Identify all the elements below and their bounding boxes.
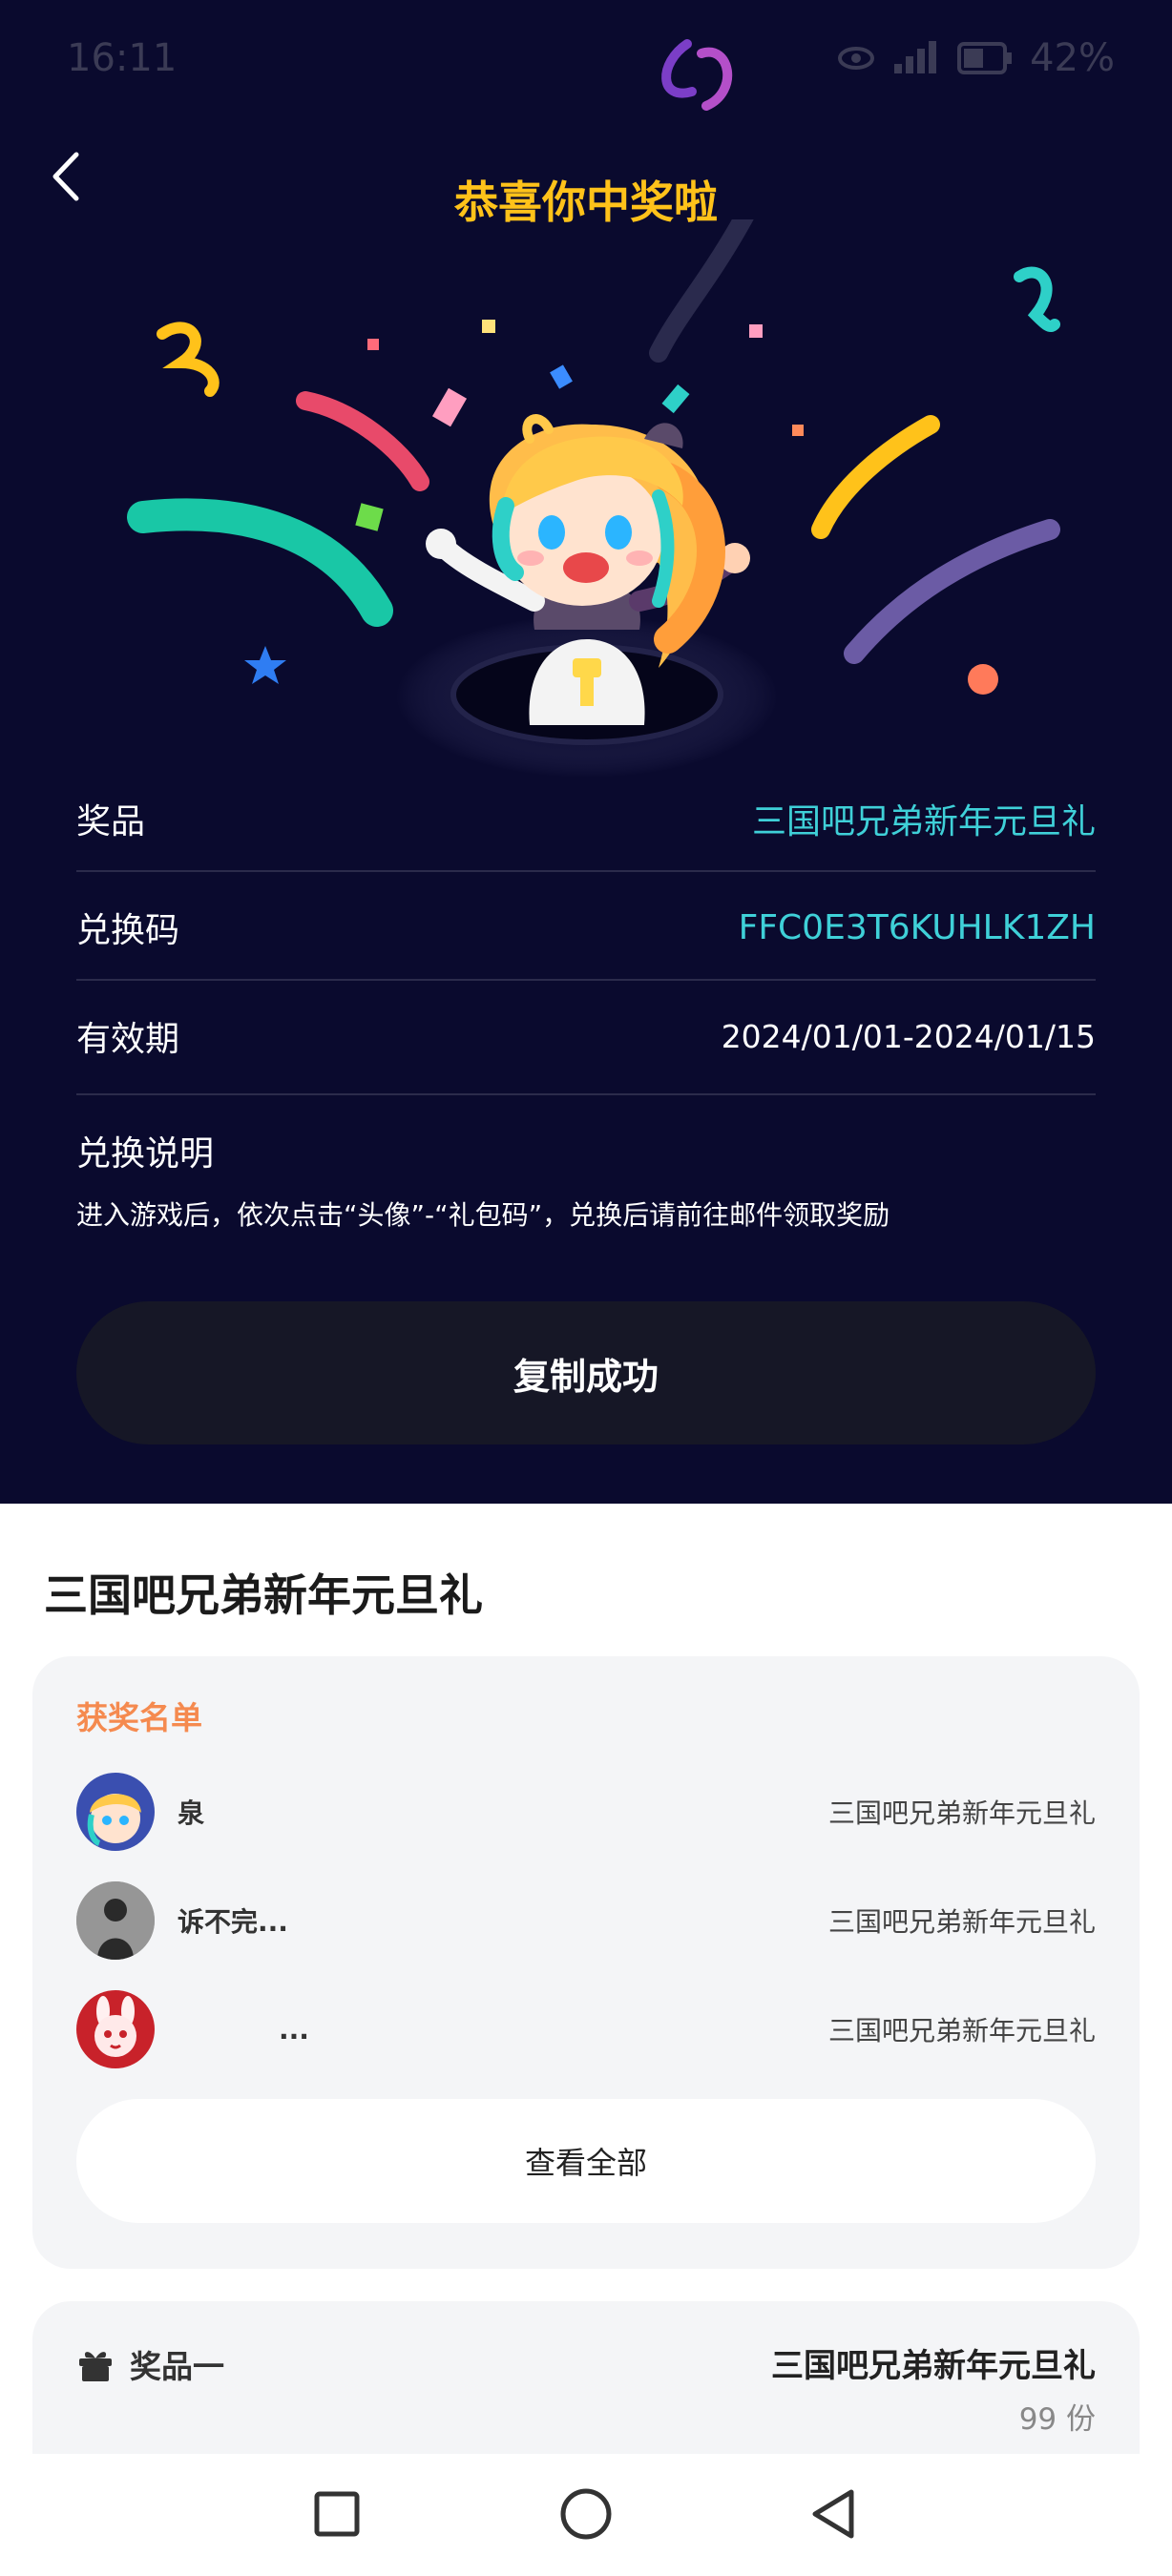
validity-row: 有效期 2024/01/01-2024/01/15 — [76, 1011, 1096, 1061]
code-row: 兑换码 FFC0E3T6KUHLK1ZH — [76, 903, 1096, 952]
prize-value: 三国吧兄弟新年元旦礼 — [751, 802, 1096, 841]
back-nav-icon[interactable] — [802, 2481, 869, 2547]
system-nav-bar — [0, 2454, 1172, 2576]
prize-tier-quantity: 99 份 — [1018, 2402, 1096, 2437]
prize-tier-name: 三国吧兄弟新年元旦礼 — [771, 2347, 1096, 2385]
home-icon[interactable] — [553, 2481, 619, 2547]
prize-row: 奖品 三国吧兄弟新年元旦礼 — [76, 794, 1096, 843]
avatar — [76, 1773, 155, 1851]
validity-value: 2024/01/01-2024/01/15 — [721, 1017, 1096, 1055]
winner-prize: 三国吧兄弟新年元旦礼 — [827, 2015, 1096, 2046]
winner-name: 诉不完... — [178, 1906, 288, 1938]
signal-icon — [894, 41, 937, 73]
winner-prize: 三国吧兄弟新年元旦礼 — [827, 1906, 1096, 1938]
winner-prize: 三国吧兄弟新年元旦礼 — [827, 1797, 1096, 1829]
avatar — [76, 1881, 155, 1960]
exchange-instructions-label: 兑换说明 — [76, 1134, 215, 1174]
eye-icon — [838, 47, 875, 70]
exchange-instructions-text: 进入游戏后，依次点击“头像”-“礼包码”，兑换后请前往邮件领取奖励 — [76, 1199, 890, 1231]
winners-title: 获奖名单 — [76, 1699, 202, 1736]
prize-result-card: 16:11 42% 恭喜你中奖啦 奖品 三国吧兄弟新年元旦礼 兑换码 FFC0E… — [0, 0, 1172, 1504]
status-time: 16:11 — [67, 36, 178, 80]
divider — [76, 979, 1096, 981]
winners-list-card: 获奖名单 泉 三国吧兄弟新年元旦礼 诉不完... 三国吧兄弟新年元旦礼 ... … — [32, 1656, 1140, 2269]
winner-name: 泉 — [178, 1797, 205, 1829]
section-title: 三国吧兄弟新年元旦礼 — [44, 1569, 483, 1621]
winner-name: ... — [279, 2013, 309, 2046]
prize-label: 奖品 — [76, 802, 146, 841]
prize-tier-label: 奖品一 — [130, 2348, 224, 2385]
app-logo-icon — [661, 39, 733, 111]
celebration-illustration — [127, 219, 1060, 778]
divider — [76, 870, 1096, 872]
divider — [76, 1093, 1096, 1095]
prize-tier-card: 奖品一 三国吧兄弟新年元旦礼 99 份 — [32, 2301, 1140, 2454]
winner-row[interactable]: 诉不完... 三国吧兄弟新年元旦礼 — [76, 1881, 1096, 1960]
redeem-code-value[interactable]: FFC0E3T6KUHLK1ZH — [739, 908, 1096, 947]
winner-row[interactable]: 泉 三国吧兄弟新年元旦礼 — [76, 1773, 1096, 1851]
code-label: 兑换码 — [76, 911, 180, 950]
status-bar: 16:11 42% — [0, 36, 1172, 111]
copy-success-button[interactable]: 复制成功 — [76, 1301, 1096, 1444]
gift-icon — [79, 2352, 112, 2381]
view-all-button[interactable]: 查看全部 — [76, 2099, 1096, 2223]
winner-row[interactable]: ... 三国吧兄弟新年元旦礼 — [76, 1990, 1096, 2068]
validity-label: 有效期 — [76, 1020, 180, 1059]
battery-percent: 42% — [1030, 36, 1115, 80]
battery-icon — [957, 42, 1013, 74]
recent-apps-icon[interactable] — [303, 2481, 370, 2547]
prize-tier-header: 奖品一 — [76, 2341, 224, 2387]
avatar — [76, 1990, 155, 2068]
status-icons: 42% — [837, 36, 1115, 80]
